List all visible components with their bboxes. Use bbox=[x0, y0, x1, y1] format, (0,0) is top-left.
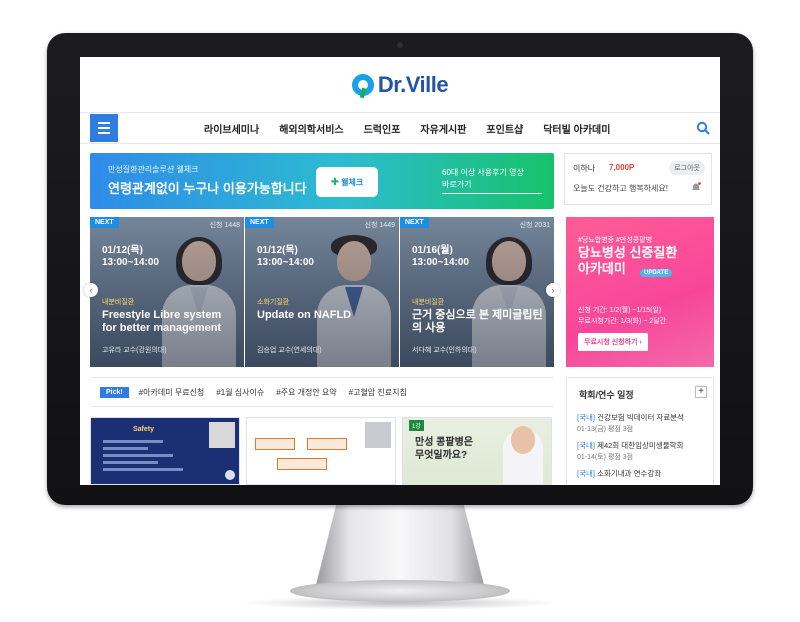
lecture-title: Freestyle Libre system for better manage… bbox=[102, 309, 222, 334]
nav-item-live-seminar[interactable]: 라이브세미나 bbox=[204, 121, 259, 136]
free-view-apply-button[interactable]: 무료시청 신청하기 › bbox=[578, 333, 648, 351]
next-badge: NEXT bbox=[400, 217, 429, 228]
schedule-item[interactable]: [국내] 제42회 대한임상미생물학회 01-14(토) 평점 3점 bbox=[577, 440, 709, 462]
user-name: 이하나 bbox=[573, 164, 596, 173]
monitor-stand-base bbox=[290, 580, 510, 602]
nav-item-free-board[interactable]: 자유게시판 bbox=[420, 121, 466, 136]
promo-tags: #당뇨합병증 #만성콩팥병 bbox=[578, 237, 653, 244]
lecture-time: 13:00~14:00 bbox=[257, 257, 314, 268]
lecture-category: 내분비질환 bbox=[102, 299, 135, 306]
logo-text: Dr.Ville bbox=[377, 71, 449, 97]
slide-title: Safety bbox=[133, 426, 155, 433]
apply-count: 신청 2031 bbox=[519, 222, 550, 229]
slider-next-button[interactable]: › bbox=[546, 283, 560, 297]
banner-headline: 연령관계없이 누구나 이용가능합니다 bbox=[108, 181, 307, 196]
slide-text-lines bbox=[103, 440, 203, 475]
slider-prev-button[interactable]: ‹ bbox=[84, 283, 98, 297]
play-icon bbox=[381, 470, 391, 480]
lecture-title: 근거 중심으로 본 제미글립틴의 사용 bbox=[412, 309, 543, 334]
pick-tag[interactable]: #주요 개정안 요약 bbox=[276, 387, 336, 398]
logo-pin-icon bbox=[351, 73, 374, 96]
nav-item-drug-info[interactable]: 드럭인포 bbox=[364, 121, 401, 136]
banner-subtitle: 만성질환관리솔루션 웰체크 bbox=[108, 165, 199, 174]
search-icon[interactable] bbox=[696, 121, 710, 135]
academy-promo-banner[interactable]: #당뇨합병증 #만성콩팥병 당뇨병성 신증질환 아카데미 UPDATE 신청 기… bbox=[566, 217, 714, 367]
wellcheck-badge: 웰체크 bbox=[316, 167, 378, 197]
pick-tag[interactable]: #1월 심사이슈 bbox=[216, 387, 264, 398]
lecture-card[interactable]: NEXT 신청 1448 01/12(목) 13:00~14:00 내분비질환 … bbox=[90, 217, 244, 367]
pick-tags-row: Pick! #아카데미 무료신청 #1월 심사이슈 #주요 개정안 요약 #고혈… bbox=[90, 377, 554, 407]
nav-item-academy[interactable]: 닥터빌 아카데미 bbox=[543, 121, 610, 136]
lecture-title: Update on NAFLD bbox=[257, 309, 352, 321]
user-greeting: 오늘도 건강하고 행복하세요! bbox=[573, 184, 668, 193]
lecture-professor: 고유라 교수(강원의대) bbox=[102, 347, 167, 354]
lecture-date: 01/12(목) bbox=[102, 245, 143, 256]
video-thumbnail[interactable]: 1강 만성 콩팥병은 무엇일까요? bbox=[402, 417, 552, 485]
user-info-box: 이하나 7,000P 로그아웃 오늘도 건강하고 행복하세요! bbox=[564, 153, 712, 205]
notification-bell-icon[interactable] bbox=[691, 182, 701, 192]
play-icon bbox=[225, 470, 235, 480]
thumbnail-headline: 만성 콩팥병은 무엇일까요? bbox=[415, 437, 473, 461]
pick-badge: Pick! bbox=[100, 386, 129, 398]
banner-video-text: 60대 이상 사용후기 영상 bbox=[442, 168, 524, 177]
nav-item-point-shop[interactable]: 포인트샵 bbox=[486, 121, 523, 136]
video-thumbnail[interactable] bbox=[246, 417, 396, 485]
lecture-card[interactable]: NEXT 신청 2031 01/16(월) 13:00~14:00 내분비질환 … bbox=[400, 217, 554, 367]
apply-count: 신청 1449 bbox=[364, 222, 395, 229]
lecture-slider: NEXT 신청 1448 01/12(목) 13:00~14:00 내분비질환 … bbox=[84, 217, 560, 367]
arrow-right-icon bbox=[442, 193, 542, 194]
lecture-time: 13:00~14:00 bbox=[412, 257, 469, 268]
nav-item-overseas-medical[interactable]: 해외의학서비스 bbox=[279, 121, 343, 136]
lecture-time: 13:00~14:00 bbox=[102, 257, 159, 268]
pick-tag[interactable]: #고혈압 진료지침 bbox=[349, 387, 407, 398]
next-badge: NEXT bbox=[90, 217, 119, 228]
wellcheck-banner[interactable]: 만성질환관리솔루션 웰체크 연령관계없이 누구나 이용가능합니다 웰체크 60대… bbox=[90, 153, 554, 209]
schedule-title: 학회/연수 일정 bbox=[579, 390, 634, 400]
flowchart-box bbox=[277, 458, 327, 470]
screen: Dr.Ville 라이브세미나 해외의학서비스 드럭인포 자유게시판 포인트샵 … bbox=[80, 57, 720, 485]
lecture-category: 내분비질환 bbox=[412, 299, 445, 306]
lecturer-camera-view bbox=[209, 422, 235, 448]
lecture-date: 01/12(목) bbox=[257, 245, 298, 256]
video-thumbnail[interactable]: Safety bbox=[90, 417, 240, 485]
lecture-professor: 김승업 교수(연세의대) bbox=[257, 347, 322, 354]
pick-tags: #아카데미 무료신청 #1월 심사이슈 #주요 개정안 요약 #고혈압 진료지침 bbox=[139, 387, 407, 398]
schedule-item[interactable]: [국내] 소화기내과 연수강좌 bbox=[577, 468, 709, 479]
conference-schedule: 학회/연수 일정 + [국내] 건강보험 빅데이터 자료분석 01-13(금) … bbox=[566, 377, 714, 485]
nav-items: 라이브세미나 해외의학서비스 드럭인포 자유게시판 포인트샵 닥터빌 아카데미 bbox=[204, 121, 610, 136]
logo[interactable]: Dr.Ville bbox=[351, 71, 449, 98]
webcam-icon bbox=[397, 42, 403, 48]
header: Dr.Ville bbox=[80, 57, 720, 112]
hamburger-menu-button[interactable] bbox=[90, 114, 118, 142]
promo-dates: 신청 기간: 1/2(월) ~1/15(일) 무료시청기간: 1/3(화) ~ … bbox=[578, 307, 667, 325]
schedule-list: [국내] 건강보험 빅데이터 자료분석 01-13(금) 평점 3점 [국내] … bbox=[577, 412, 709, 485]
logout-button[interactable]: 로그아웃 bbox=[669, 161, 705, 175]
monitor-stand-neck bbox=[316, 505, 484, 585]
apply-count: 신청 1448 bbox=[209, 222, 240, 229]
lecture-date: 01/16(월) bbox=[412, 245, 453, 256]
main-nav: 라이브세미나 해외의학서비스 드럭인포 자유게시판 포인트샵 닥터빌 아카데미 bbox=[80, 112, 720, 144]
lecture-category: 소화기질환 bbox=[257, 299, 290, 306]
update-badge: UPDATE bbox=[640, 269, 673, 277]
flowchart-box bbox=[307, 438, 347, 450]
user-points: 7,000P bbox=[609, 163, 635, 172]
lesson-chip: 1강 bbox=[409, 420, 424, 431]
lecturer-photo-head bbox=[511, 426, 535, 454]
banner-goto-link[interactable]: 바로가기 bbox=[442, 179, 542, 190]
lecturer-camera-view bbox=[365, 422, 391, 448]
schedule-item[interactable]: [국내] 건강보험 빅데이터 자료분석 01-13(금) 평점 3점 bbox=[577, 412, 709, 434]
pick-tag[interactable]: #아카데미 무료신청 bbox=[139, 387, 205, 398]
lecture-professor: 서다혜 교수(인하의대) bbox=[412, 347, 477, 354]
schedule-more-button[interactable]: + bbox=[695, 386, 707, 398]
lecture-card[interactable]: NEXT 신청 1449 01/12(목) 13:00~14:00 소화기질환 … bbox=[245, 217, 399, 367]
flowchart-box bbox=[255, 438, 295, 450]
next-badge: NEXT bbox=[245, 217, 274, 228]
